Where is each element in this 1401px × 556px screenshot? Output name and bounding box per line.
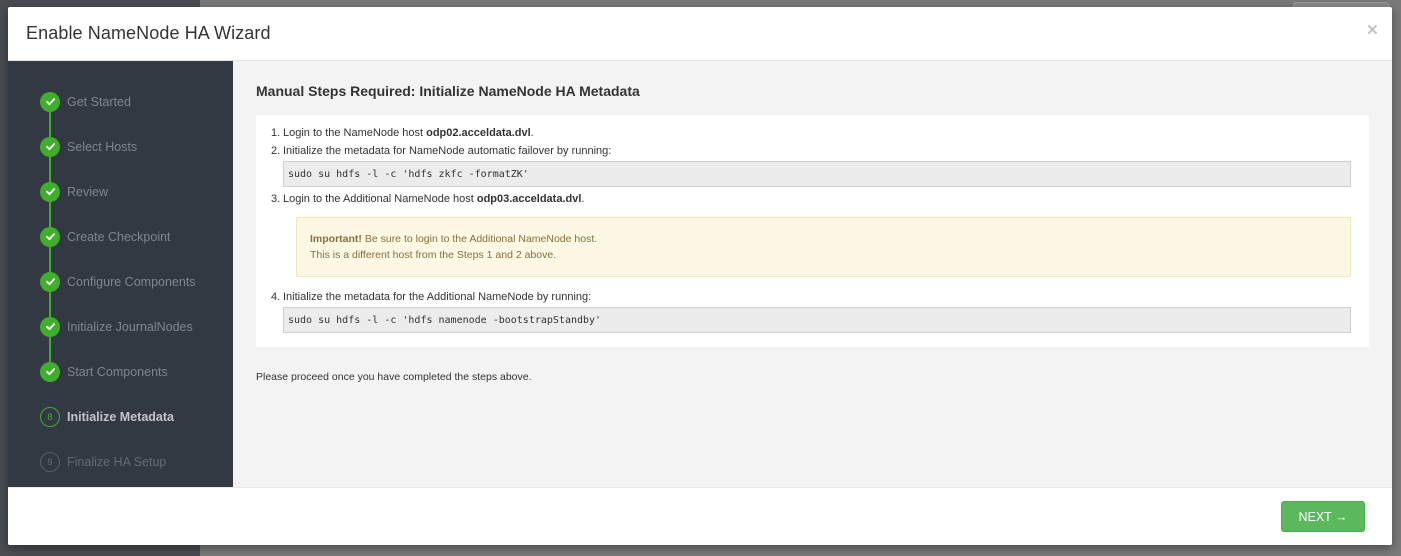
step-content: Manual Steps Required: Initialize NameNo…	[233, 61, 1392, 487]
check-circle-icon	[40, 316, 60, 337]
sidebar-step-2[interactable]: Select Hosts	[8, 124, 233, 169]
step-label: Get Started	[67, 94, 131, 109]
step-label: Select Hosts	[67, 139, 138, 154]
sidebar-step-3[interactable]: Review	[8, 169, 233, 214]
modal-body: Get Started Select Hosts Review Create Chec…	[8, 61, 1392, 487]
step-number-icon: 8	[40, 406, 60, 427]
step-number: 4.	[271, 291, 281, 303]
list-item-step-2: 2. Initialize the metadata for NameNode …	[270, 145, 1351, 187]
modal-title: Enable NameNode HA Wizard	[26, 23, 271, 43]
step-number: 2.	[271, 145, 281, 157]
list-item-step-4: 4. Initialize the metadata for the Addit…	[270, 291, 1351, 333]
step-label: Initialize JournalNodes	[67, 319, 193, 334]
check-circle-icon	[40, 91, 60, 112]
sidebar-step-8[interactable]: 8 Initialize Metadata	[8, 394, 233, 439]
step-number-icon: 9	[40, 451, 60, 472]
next-button[interactable]: NEXT →	[1281, 501, 1365, 532]
important-alert: Important! Be sure to login to the Addit…	[296, 217, 1351, 277]
step-number: 1.	[271, 127, 281, 139]
sidebar-step-1[interactable]: Get Started	[8, 79, 233, 124]
step-text: Login to the Additional NameNode host	[283, 193, 477, 205]
command-code-block[interactable]: sudo su hdfs -l -c 'hdfs zkfc -formatZK'	[283, 161, 1351, 187]
sidebar-step-6[interactable]: Initialize JournalNodes	[8, 304, 233, 349]
step-text: Initialize the metadata for NameNode aut…	[283, 145, 612, 157]
check-circle-icon	[40, 361, 60, 382]
sidebar-step-7[interactable]: Start Components	[8, 349, 233, 394]
list-item-step-3: 3. Login to the Additional NameNode host…	[270, 193, 1351, 277]
check-circle-icon	[40, 136, 60, 157]
proceed-note: Please proceed once you have completed t…	[256, 371, 532, 383]
check-circle-icon	[40, 271, 60, 292]
step-label: Review	[67, 184, 108, 199]
host-name: odp03.acceldata.dvl	[476, 193, 582, 205]
wizard-steps-sidebar: Get Started Select Hosts Review Create Chec…	[8, 61, 233, 487]
command-code-block[interactable]: sudo su hdfs -l -c 'hdfs namenode -boots…	[283, 307, 1351, 333]
instructions-list: 1. Login to the NameNode host odp02.acce…	[270, 127, 1351, 333]
alert-line-2: This is a different host from the Steps …	[310, 249, 557, 261]
modal-header: Enable NameNode HA Wizard ×	[8, 7, 1392, 61]
check-circle-icon	[40, 181, 60, 202]
close-icon[interactable]: ×	[1367, 21, 1378, 40]
sidebar-step-5[interactable]: Configure Components	[8, 259, 233, 304]
check-circle-icon	[40, 226, 60, 247]
wizard-modal: Enable NameNode HA Wizard × Get Started S…	[8, 7, 1392, 545]
step-suffix: .	[530, 127, 534, 139]
step-label: Start Components	[67, 364, 168, 379]
step-suffix: .	[581, 193, 585, 205]
step-number: 3.	[271, 193, 281, 205]
step-label: Create Checkpoint	[67, 229, 171, 244]
step-label: Configure Components	[67, 274, 196, 289]
content-title: Manual Steps Required: Initialize NameNo…	[256, 83, 640, 99]
sidebar-step-9: 9 Finalize HA Setup	[8, 439, 233, 484]
alert-strong: Important!	[310, 233, 362, 245]
step-label: Initialize Metadata	[67, 409, 174, 424]
list-item-step-1: 1. Login to the NameNode host odp02.acce…	[270, 127, 1351, 139]
step-text: Initialize the metadata for the Addition…	[283, 291, 592, 303]
instructions-panel: 1. Login to the NameNode host odp02.acce…	[256, 115, 1369, 347]
sidebar-step-4[interactable]: Create Checkpoint	[8, 214, 233, 259]
modal-footer: NEXT →	[8, 487, 1392, 545]
host-name: odp02.acceldata.dvl	[426, 127, 531, 139]
alert-line-1: Be sure to login to the Additional NameN…	[361, 233, 598, 245]
step-text: Login to the NameNode host	[283, 127, 427, 139]
step-label: Finalize HA Setup	[67, 454, 167, 469]
